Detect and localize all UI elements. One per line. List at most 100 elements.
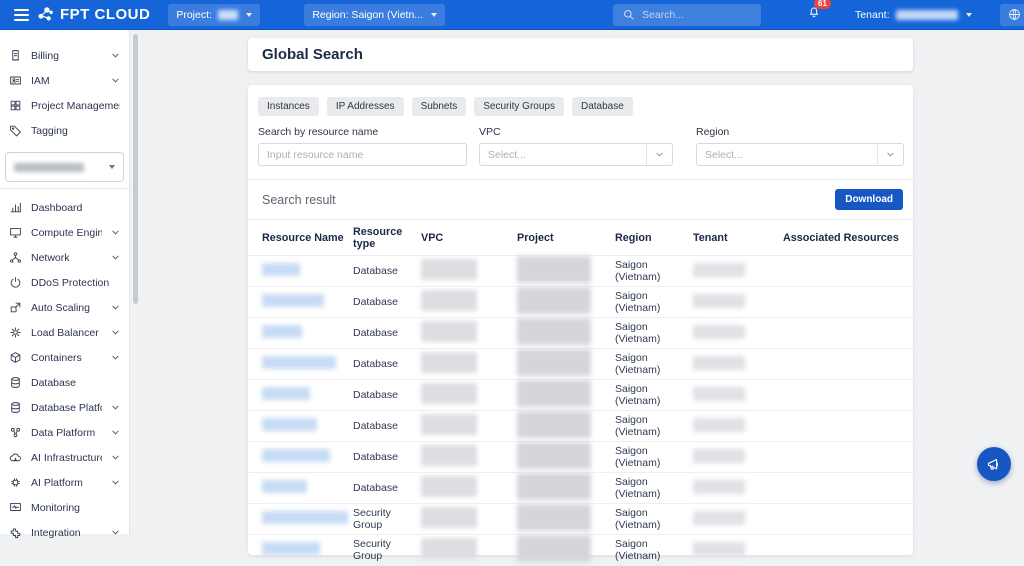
redacted-resource-name-link[interactable] xyxy=(262,480,307,493)
dashboard-icon xyxy=(9,201,22,214)
sidebar-item-label: AI Infrastructure xyxy=(31,452,102,464)
tenant-label: Tenant: xyxy=(855,9,889,21)
redacted-tenant-value xyxy=(896,10,958,20)
redacted-resource-name-link[interactable] xyxy=(262,511,348,524)
sidebar-item-containers[interactable]: Containers xyxy=(0,345,129,370)
announcement-fab[interactable] xyxy=(977,447,1011,481)
ai-infrastructure-icon xyxy=(9,451,22,464)
sidebar-item-network[interactable]: Network xyxy=(0,245,129,270)
scrollbar-thumb[interactable] xyxy=(133,34,138,304)
resource-type-cell: Database xyxy=(353,287,421,318)
sidebar-item-label: Billing xyxy=(31,50,102,62)
redacted-vpc-value xyxy=(421,383,477,404)
results-table: Resource NameResource typeVPCProjectRegi… xyxy=(248,219,913,566)
redacted-project-value xyxy=(517,504,591,531)
sidebar-item-tagging[interactable]: Tagging xyxy=(0,118,129,143)
sidebar-item-ai-infrastructure[interactable]: AI Infrastructure xyxy=(0,445,129,470)
chevron-down-icon xyxy=(111,453,120,462)
chevron-down-icon xyxy=(111,528,120,537)
sidebar-item-label: AI Platform xyxy=(31,477,102,489)
language-dropdown[interactable]: English xyxy=(1000,4,1024,26)
region-dropdown[interactable]: Region: Saigon (Vietn... xyxy=(304,4,445,26)
page-title-card: Global Search xyxy=(248,38,913,71)
redacted-tenant-value xyxy=(693,325,745,339)
redacted-project-value xyxy=(517,256,591,283)
associated-resources-cell xyxy=(783,473,913,504)
sidebar-item-compute-engine[interactable]: Compute Engine xyxy=(0,220,129,245)
sidebar-project-select[interactable] xyxy=(5,152,124,182)
redacted-resource-name-link[interactable] xyxy=(262,449,330,462)
chevron-down-icon xyxy=(111,328,120,337)
sidebar-item-label: Integration xyxy=(31,527,102,539)
redacted-resource-name-link[interactable] xyxy=(262,263,300,276)
region-cell: Saigon (Vietnam) xyxy=(615,411,693,442)
notifications-button[interactable]: 61 xyxy=(807,5,821,24)
redacted-resource-name-link[interactable] xyxy=(262,387,310,400)
vpc-select[interactable]: Select... xyxy=(479,143,673,166)
redacted-project-value xyxy=(517,411,591,438)
region-filter-label: Region xyxy=(696,126,904,138)
global-search-box[interactable] xyxy=(613,4,761,26)
redacted-resource-name-link[interactable] xyxy=(262,356,336,369)
sidebar-item-dashboard[interactable]: Dashboard xyxy=(0,195,129,220)
redacted-resource-name-link[interactable] xyxy=(262,542,320,555)
tab-subnets[interactable]: Subnets xyxy=(412,97,467,116)
sidebar-item-label: Database xyxy=(31,377,120,389)
hamburger-menu-icon[interactable] xyxy=(14,0,29,30)
column-header-resource-name: Resource Name xyxy=(248,220,353,256)
compute-engine-icon xyxy=(9,226,22,239)
search-form: Search by resource name VPC Select... Re… xyxy=(248,126,913,166)
sidebar-item-database-platform[interactable]: Database Platform xyxy=(0,395,129,420)
fpt-cloud-logo[interactable]: FPT CLOUD xyxy=(37,6,150,23)
redacted-resource-name-link[interactable] xyxy=(262,294,324,307)
resource-type-cell: Database xyxy=(353,442,421,473)
table-row: Database Saigon (Vietnam) xyxy=(248,411,913,442)
region-cell: Saigon (Vietnam) xyxy=(615,256,693,287)
sidebar-item-project-management[interactable]: Project Management xyxy=(0,93,129,118)
sidebar-item-ddos-protection[interactable]: DDoS Protection xyxy=(0,270,129,295)
region-label: Region: Saigon (Vietn... xyxy=(312,9,423,21)
tenant-dropdown[interactable]: Tenant: xyxy=(855,9,971,21)
table-row: Database Saigon (Vietnam) xyxy=(248,380,913,411)
redacted-vpc-value xyxy=(421,476,477,497)
redacted-project-value xyxy=(517,318,591,345)
redacted-resource-name-link[interactable] xyxy=(262,418,317,431)
navbar-search-input[interactable] xyxy=(642,9,752,21)
tab-instances[interactable]: Instances xyxy=(258,97,319,116)
sidebar-item-ai-platform[interactable]: AI Platform xyxy=(0,470,129,495)
redacted-resource-name-link[interactable] xyxy=(262,325,302,338)
megaphone-icon xyxy=(986,456,1003,473)
tab-ip-addresses[interactable]: IP Addresses xyxy=(327,97,404,116)
project-dropdown[interactable]: Project: xyxy=(168,4,260,26)
caret-down-icon xyxy=(246,13,252,17)
table-row: Database Saigon (Vietnam) xyxy=(248,349,913,380)
caret-down-icon xyxy=(109,165,115,169)
chevron-down-icon xyxy=(111,253,120,262)
chevron-down-icon xyxy=(111,303,120,312)
region-cell: Saigon (Vietnam) xyxy=(615,473,693,504)
tab-security-groups[interactable]: Security Groups xyxy=(474,97,564,116)
sidebar-item-auto-scaling[interactable]: Auto Scaling xyxy=(0,295,129,320)
sidebar-item-iam[interactable]: IAM xyxy=(0,68,129,93)
redacted-vpc-value xyxy=(421,507,477,528)
column-header-resource-type: Resource type xyxy=(353,220,421,256)
sidebar-item-label: Project Management xyxy=(31,100,120,112)
sidebar-item-monitoring[interactable]: Monitoring xyxy=(0,495,129,520)
download-button[interactable]: Download xyxy=(835,189,903,210)
sidebar-item-data-platform[interactable]: Data Platform xyxy=(0,420,129,445)
region-select[interactable]: Select... xyxy=(696,143,904,166)
chevron-down-icon xyxy=(886,150,895,159)
sidebar-item-billing[interactable]: Billing xyxy=(0,43,129,68)
associated-resources-cell xyxy=(783,380,913,411)
sidebar-item-database[interactable]: Database xyxy=(0,370,129,395)
sidebar-item-integration[interactable]: Integration xyxy=(0,520,129,545)
resource-name-input[interactable] xyxy=(259,149,466,161)
sidebar-scrollbar[interactable] xyxy=(131,30,139,534)
column-header-vpc: VPC xyxy=(421,220,517,256)
resource-type-cell: Security Group xyxy=(353,504,421,535)
tab-database[interactable]: Database xyxy=(572,97,633,116)
top-navbar: FPT CLOUD Project: Region: Saigon (Vietn… xyxy=(0,0,1024,30)
sidebar-item-load-balancer[interactable]: Load Balancer xyxy=(0,320,129,345)
redacted-vpc-value xyxy=(421,352,477,373)
region-cell: Saigon (Vietnam) xyxy=(615,535,693,566)
